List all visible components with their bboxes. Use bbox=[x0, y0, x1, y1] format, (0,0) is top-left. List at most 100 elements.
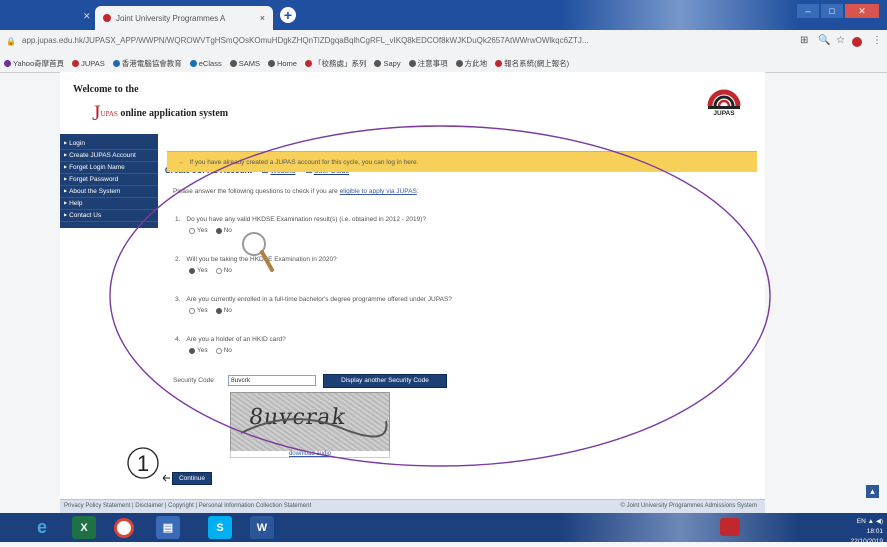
radio-no-icon[interactable] bbox=[215, 347, 222, 354]
sidebar-item-contact-us[interactable]: Contact Us bbox=[60, 210, 158, 222]
bookmark-favicon-icon bbox=[112, 59, 120, 67]
radio-no[interactable]: No bbox=[215, 347, 232, 354]
chrome-icon[interactable] bbox=[114, 518, 134, 538]
profile-icon[interactable] bbox=[852, 37, 862, 47]
bookmark-label: Yahoo奇摩首頁 bbox=[13, 58, 65, 68]
maximize-button[interactable]: □ bbox=[821, 4, 843, 18]
intro-suffix: : bbox=[416, 188, 419, 195]
question-number: 3. bbox=[175, 296, 181, 303]
answer-options: Yes No bbox=[189, 307, 232, 314]
download-audio-link[interactable]: download audio bbox=[230, 451, 390, 458]
excel-icon[interactable]: X bbox=[72, 516, 96, 539]
bookmark-item[interactable]: 香港電腦協會教育 bbox=[112, 58, 182, 69]
tray-app-icon[interactable] bbox=[720, 518, 740, 536]
skype-icon[interactable]: S bbox=[208, 516, 232, 539]
sidebar-item-about-the-system[interactable]: About the System bbox=[60, 186, 158, 198]
radio-no-label: No bbox=[223, 307, 232, 314]
scroll-up-icon[interactable]: ▲ bbox=[866, 485, 879, 498]
url-field[interactable]: app.jupas.edu.hk/JUPASX_APP/WWPN/WQROWVT… bbox=[22, 36, 762, 48]
bookmark-favicon-icon bbox=[455, 59, 463, 67]
radio-no-icon[interactable] bbox=[215, 227, 222, 234]
bookmark-item[interactable]: Yahoo奇摩首頁 bbox=[4, 58, 64, 69]
question-number: 2. bbox=[175, 256, 181, 263]
bookmark-item[interactable]: Home bbox=[267, 59, 297, 68]
tray-icons[interactable]: EN ▲ ◀) bbox=[850, 517, 883, 527]
lock-icon: 🔒 bbox=[6, 37, 16, 46]
answer-options: Yes No bbox=[189, 227, 232, 234]
continue-button[interactable]: Continue bbox=[172, 472, 212, 485]
bookmark-label: 方此地 bbox=[464, 58, 488, 68]
bookmark-favicon-icon bbox=[229, 59, 237, 67]
new-tab-button[interactable]: + bbox=[280, 7, 296, 23]
radio-no-label: No bbox=[223, 347, 232, 354]
question-text: 4. Are you a holder of an HKID card? bbox=[175, 336, 286, 343]
radio-no[interactable]: No bbox=[215, 227, 232, 234]
prev-tab-close-icon[interactable]: ✕ bbox=[83, 11, 91, 22]
radio-yes[interactable]: Yes bbox=[189, 307, 208, 314]
explorer-icon[interactable]: ▤ bbox=[156, 516, 180, 539]
site-title-j: J bbox=[92, 100, 101, 125]
radio-yes-icon[interactable] bbox=[189, 347, 195, 354]
bookmark-item[interactable]: JUPAS bbox=[72, 59, 105, 68]
radio-yes[interactable]: Yes bbox=[189, 347, 208, 354]
zoom-icon[interactable]: 🔍 bbox=[818, 35, 830, 46]
footer-links[interactable]: Privacy Policy Statement | Disclaimer | … bbox=[64, 503, 311, 509]
welcome-text: Welcome to the bbox=[73, 84, 139, 95]
radio-no-label: No bbox=[223, 267, 232, 274]
radio-yes[interactable]: Yes bbox=[189, 267, 208, 274]
sidebar-item-help[interactable]: Help bbox=[60, 198, 158, 210]
bookmark-favicon-icon bbox=[4, 59, 11, 67]
radio-yes-icon[interactable] bbox=[189, 267, 195, 274]
site-header: Welcome to the JUPAS online application … bbox=[60, 72, 765, 134]
bookmark-item[interactable]: eClass bbox=[189, 58, 222, 68]
minimize-button[interactable]: – bbox=[797, 4, 819, 18]
bookmark-item[interactable]: 「校務處」系列 bbox=[304, 58, 366, 69]
sidebar-nav: LoginCreate JUPAS AccountForget Login Na… bbox=[60, 134, 158, 228]
radio-no[interactable]: No bbox=[215, 267, 232, 274]
star-icon[interactable]: ☆ bbox=[836, 35, 845, 46]
bookmark-label: 報名系統(網上報名) bbox=[504, 58, 570, 68]
intro-text: Please answer the following questions to… bbox=[173, 188, 419, 195]
jupas-logo: JUPAS bbox=[704, 84, 744, 120]
jupas-logo-text: JUPAS bbox=[713, 110, 735, 117]
bookmark-item[interactable]: 報名系統(網上報名) bbox=[495, 58, 569, 69]
question-label: Will you be taking the HKDSE Examination… bbox=[186, 256, 337, 263]
titlebar-glow bbox=[560, 0, 800, 30]
ie-icon[interactable]: e bbox=[30, 516, 54, 539]
arrow-right-icon: → bbox=[177, 158, 184, 166]
bookmark-favicon-icon bbox=[304, 59, 312, 67]
radio-yes[interactable]: Yes bbox=[189, 227, 208, 234]
menu-icon[interactable]: ⋮ bbox=[872, 35, 882, 46]
intro-prefix: Please answer the following questions to… bbox=[173, 188, 340, 195]
answer-options: Yes No bbox=[189, 347, 232, 354]
bookmark-item[interactable]: SAMS bbox=[229, 59, 260, 68]
eligibility-link[interactable]: eligible to apply via JUPAS bbox=[340, 188, 417, 195]
close-window-button[interactable]: ✕ bbox=[845, 4, 879, 18]
bookmark-item[interactable]: Sapy bbox=[374, 59, 401, 68]
tab-close-icon[interactable]: × bbox=[260, 13, 265, 23]
question-text: 2. Will you be taking the HKDSE Examinati… bbox=[175, 256, 337, 263]
question-text: 3. Are you currently enrolled in a full-t… bbox=[175, 296, 452, 303]
browser-tab[interactable]: ✕ Joint University Programmes A × bbox=[83, 6, 273, 30]
bookmark-item[interactable]: 方此地 bbox=[455, 58, 488, 69]
jupas-favicon-icon bbox=[103, 14, 111, 22]
bookmarks-bar: Yahoo奇摩首頁 JUPAS 香港電腦協會教育 eClass SAMS Home 「校務處… bbox=[0, 54, 887, 73]
radio-no-icon[interactable] bbox=[215, 307, 222, 314]
radio-yes-label: Yes bbox=[197, 307, 208, 314]
radio-no-icon[interactable] bbox=[215, 267, 222, 274]
word-icon[interactable]: W bbox=[250, 516, 274, 539]
sidebar-item-forget-login-name[interactable]: Forget Login Name bbox=[60, 162, 158, 174]
another-security-code-button[interactable]: Display another Security Code bbox=[323, 374, 447, 388]
bookmark-label: eClass bbox=[198, 58, 222, 68]
radio-yes-icon[interactable] bbox=[189, 307, 195, 314]
sidebar-item-create-jupas-account[interactable]: Create JUPAS Account bbox=[60, 150, 158, 162]
sidebar-item-login[interactable]: Login bbox=[60, 138, 158, 150]
radio-no[interactable]: No bbox=[215, 307, 232, 314]
bookmark-item[interactable]: 注意事項 bbox=[408, 58, 448, 69]
address-bar: 🔒 app.jupas.edu.hk/JUPASX_APP/WWPN/WQROW… bbox=[0, 30, 887, 55]
radio-yes-icon[interactable] bbox=[189, 227, 195, 234]
translate-icon[interactable]: ⊞ bbox=[800, 35, 808, 46]
sidebar-item-forget-password[interactable]: Forget Password bbox=[60, 174, 158, 186]
security-code-input[interactable] bbox=[228, 375, 316, 386]
system-tray: EN ▲ ◀) 18:01 22/10/2019 bbox=[850, 517, 883, 547]
